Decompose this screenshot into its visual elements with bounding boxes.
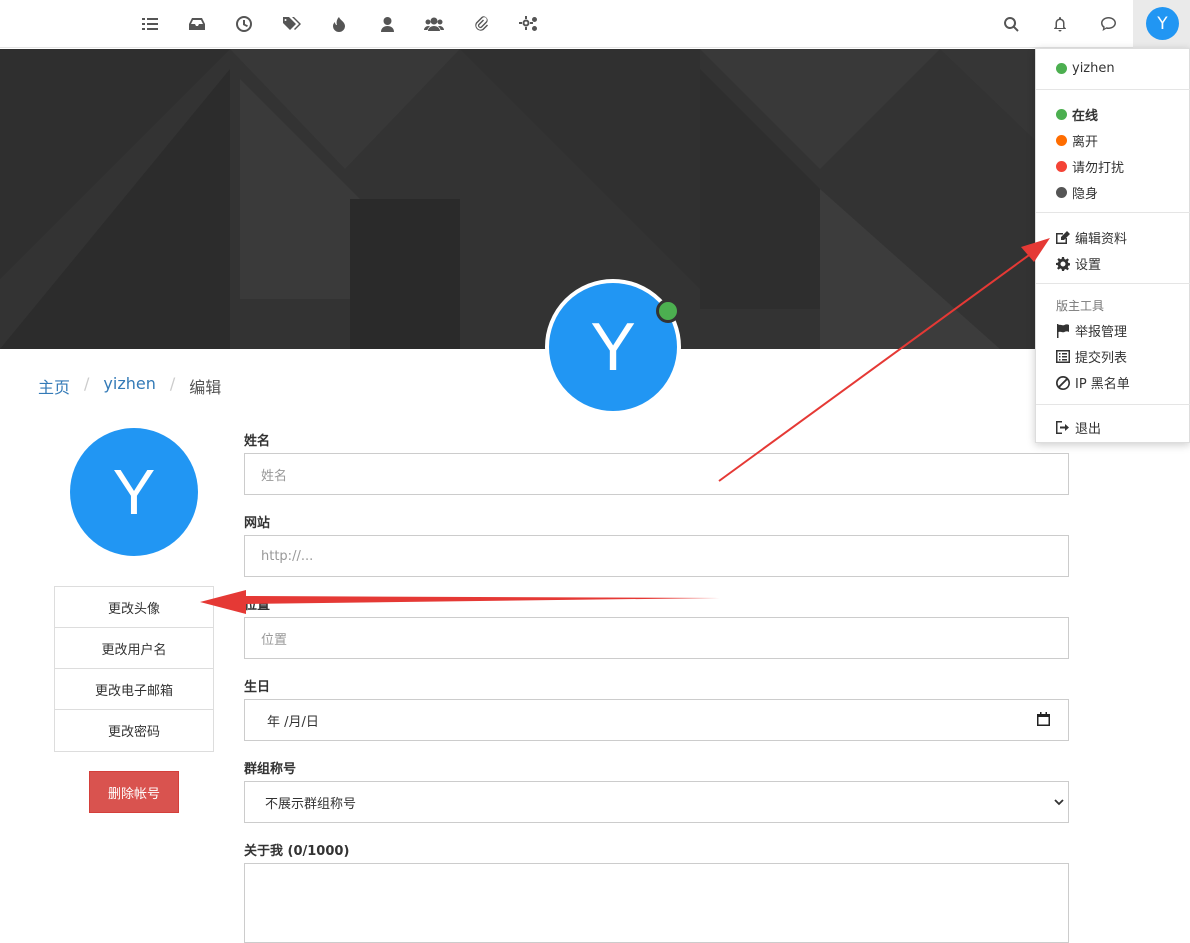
clock-icon[interactable] xyxy=(232,12,256,36)
ip-blacklist-label: IP 黑名单 xyxy=(1075,377,1130,392)
online-dot-icon xyxy=(1056,109,1067,120)
profile-avatar: Y xyxy=(545,279,681,415)
post-queue-label: 提交列表 xyxy=(1075,351,1128,366)
flags-label: 举报管理 xyxy=(1075,325,1128,340)
location-input[interactable]: 位置 xyxy=(244,617,1069,659)
status-dnd[interactable]: 请勿打扰 xyxy=(1056,157,1124,176)
avatar[interactable]: Y xyxy=(1146,7,1179,40)
breadcrumb-user[interactable]: yizhen xyxy=(103,374,155,398)
status-label: 隐身 xyxy=(1072,187,1099,202)
delete-account-button[interactable]: 删除帐号 xyxy=(89,771,179,813)
chevron-down-icon xyxy=(1054,796,1064,811)
breadcrumb-home[interactable]: 主页 xyxy=(38,374,70,398)
list-icon[interactable] xyxy=(138,12,162,36)
flag-icon xyxy=(1056,323,1070,338)
post-queue-item[interactable]: 提交列表 xyxy=(1056,347,1127,366)
birthday-input[interactable]: 年 /月/日 xyxy=(244,699,1069,741)
edit-profile-label: 编辑资料 xyxy=(1075,232,1128,247)
breadcrumb-separator: / xyxy=(169,374,176,393)
website-label: 网站 xyxy=(244,516,271,531)
bell-icon[interactable] xyxy=(1048,12,1072,36)
birthday-value: 年 /月/日 xyxy=(267,714,319,730)
aboutme-textarea[interactable] xyxy=(244,863,1069,943)
inbox-icon[interactable] xyxy=(185,12,209,36)
fire-icon[interactable] xyxy=(327,12,351,36)
divider xyxy=(1036,89,1190,90)
dropdown-username[interactable]: yizhen xyxy=(1056,61,1115,76)
fullname-input[interactable]: 姓名 xyxy=(244,453,1069,495)
paperclip-icon[interactable] xyxy=(470,12,494,36)
edit-profile-item[interactable]: 编辑资料 xyxy=(1056,228,1127,247)
settings-item[interactable]: 设置 xyxy=(1056,254,1101,273)
edit-icon xyxy=(1056,231,1070,244)
settings-label: 设置 xyxy=(1075,258,1102,273)
status-label: 请勿打扰 xyxy=(1072,161,1125,176)
status-away[interactable]: 离开 xyxy=(1056,131,1098,150)
sidebar-avatar: Y xyxy=(70,428,198,556)
status-invisible[interactable]: 隐身 xyxy=(1056,183,1098,202)
account-menu: 更改头像 更改用户名 更改电子邮箱 更改密码 xyxy=(54,586,214,752)
away-dot-icon xyxy=(1056,135,1067,146)
status-online[interactable]: 在线 xyxy=(1056,105,1098,124)
tags-icon[interactable] xyxy=(280,12,304,36)
dnd-dot-icon xyxy=(1056,161,1067,172)
divider xyxy=(1036,212,1190,213)
ip-blacklist-item[interactable]: IP 黑名单 xyxy=(1056,373,1130,392)
group-title-label: 群组称号 xyxy=(244,762,297,777)
status-label: 在线 xyxy=(1072,109,1099,124)
fullname-label: 姓名 xyxy=(244,434,271,449)
change-avatar-button[interactable]: 更改头像 xyxy=(55,587,213,628)
divider xyxy=(1036,283,1190,284)
online-dot-icon xyxy=(1056,63,1067,74)
chat-icon[interactable] xyxy=(1096,12,1120,36)
breadcrumb: 主页 / yizhen / 编辑 xyxy=(38,374,221,398)
users-icon[interactable] xyxy=(422,12,446,36)
list-alt-icon xyxy=(1056,350,1070,363)
group-title-select[interactable]: 不展示群组称号 xyxy=(244,781,1069,823)
sign-out-icon xyxy=(1056,421,1070,434)
location-label: 位置 xyxy=(244,598,271,613)
change-password-button[interactable]: 更改密码 xyxy=(55,710,213,751)
cogs-icon[interactable] xyxy=(517,12,541,36)
calendar-icon[interactable] xyxy=(1037,712,1050,730)
search-icon[interactable] xyxy=(999,12,1023,36)
top-navbar: Y xyxy=(0,0,1190,48)
user-dropdown-menu: yizhen 在线 离开 请勿打扰 隐身 编辑资料 设置 版主工具 举报管理 提… xyxy=(1035,48,1190,443)
group-title-value: 不展示群组称号 xyxy=(265,796,357,812)
birthday-label: 生日 xyxy=(244,680,271,695)
breadcrumb-current: 编辑 xyxy=(189,378,222,397)
change-username-button[interactable]: 更改用户名 xyxy=(55,628,213,669)
status-indicator xyxy=(656,299,680,323)
user-menu-toggle[interactable]: Y xyxy=(1133,0,1190,48)
aboutme-label: 关于我 (0/1000) xyxy=(244,844,350,859)
profile-edit-form: 姓名 姓名 网站 http://... 位置 位置 生日 年 /月/日 群组称号… xyxy=(244,430,1069,943)
flags-item[interactable]: 举报管理 xyxy=(1056,321,1127,340)
status-label: 离开 xyxy=(1072,135,1099,150)
logout-item[interactable]: 退出 xyxy=(1056,418,1101,437)
change-email-button[interactable]: 更改电子邮箱 xyxy=(55,669,213,710)
mod-tools-header: 版主工具 xyxy=(1056,299,1105,313)
user-icon[interactable] xyxy=(375,12,399,36)
breadcrumb-separator: / xyxy=(84,374,90,393)
gear-icon xyxy=(1056,256,1070,271)
divider xyxy=(1036,404,1190,405)
website-input[interactable]: http://... xyxy=(244,535,1069,577)
logout-label: 退出 xyxy=(1075,422,1102,437)
ban-icon xyxy=(1056,375,1070,390)
username-label: yizhen xyxy=(1072,61,1115,76)
invisible-dot-icon xyxy=(1056,187,1067,198)
